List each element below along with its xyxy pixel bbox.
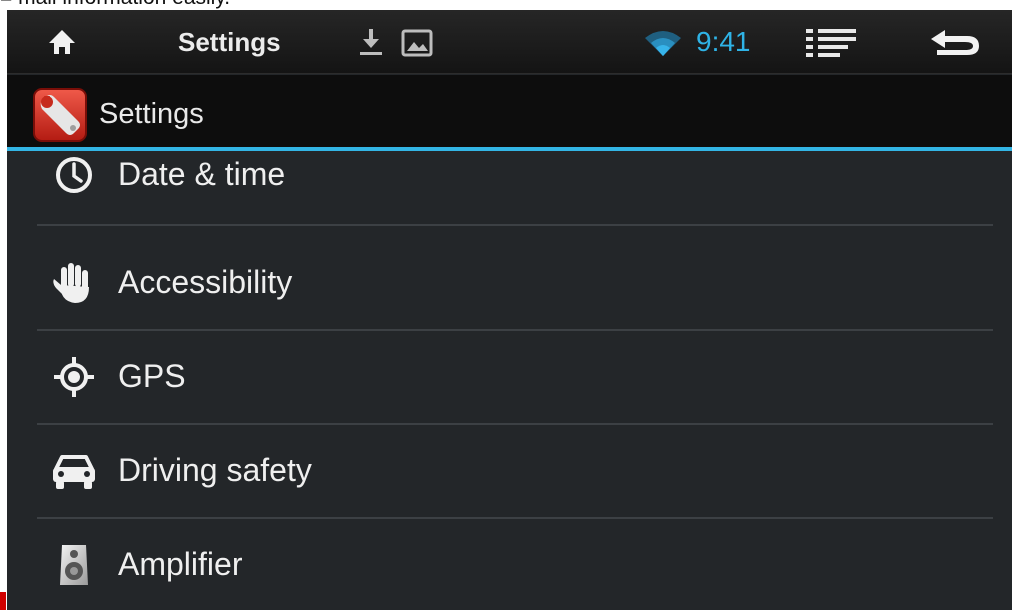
document-caption: = mail information easily.	[0, 0, 1012, 9]
list-item-label: Driving safety	[118, 452, 312, 488]
list-item-label: Amplifier	[118, 546, 243, 582]
gps-target-icon	[52, 355, 96, 399]
list-item-gps[interactable]: GPS	[37, 320, 993, 425]
status-bar-title: Settings	[178, 27, 281, 57]
list-item-driving-safety[interactable]: Driving safety	[37, 414, 993, 519]
red-marker	[0, 592, 6, 610]
list-item-amplifier[interactable]: Amplifier	[37, 508, 993, 602]
list-item-date-time[interactable]: Date & time	[37, 117, 993, 226]
home-icon[interactable]	[45, 26, 79, 58]
back-icon[interactable]	[927, 26, 983, 58]
list-item-accessibility[interactable]: Accessibility	[37, 226, 993, 331]
hand-icon	[52, 261, 96, 305]
device-screen: Settings 9:41 Settings Date & time Acces…	[7, 10, 1012, 610]
status-bar: Settings 9:41	[7, 10, 1012, 74]
speaker-icon	[52, 543, 96, 587]
list-item-label: GPS	[118, 358, 186, 394]
list-item-label: Accessibility	[118, 264, 293, 300]
menu-icon[interactable]	[804, 26, 860, 58]
picture-icon	[401, 29, 433, 57]
car-icon	[52, 449, 96, 493]
list-item-label: Date & time	[118, 156, 286, 192]
settings-list: Date & time Accessibility GPS Driving sa…	[7, 151, 1012, 610]
wifi-icon	[644, 30, 682, 56]
download-icon	[359, 27, 383, 57]
clock-icon	[52, 153, 96, 197]
clock-text: 9:41	[696, 26, 751, 57]
